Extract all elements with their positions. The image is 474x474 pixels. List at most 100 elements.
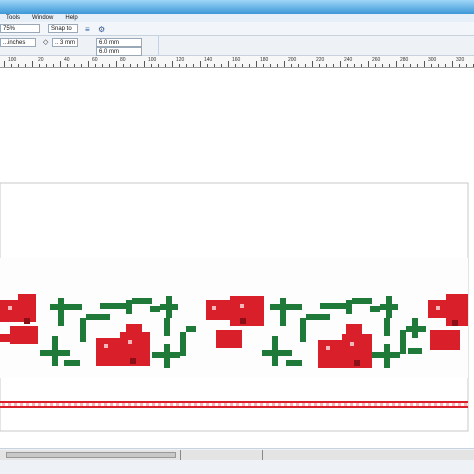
ruler-tick [410, 64, 411, 67]
options-icon[interactable]: ⚙ [98, 25, 105, 34]
ruler-label: 100 [8, 57, 17, 63]
ruler-tick [32, 61, 33, 67]
ruler-tick [74, 64, 75, 67]
ruler-label: 300 [428, 57, 437, 63]
border-stitch [110, 403, 113, 406]
horizontal-ruler: 100 20 40 60 80 100 120 140 160 180 200 … [0, 56, 474, 68]
ruler-label: 240 [344, 57, 353, 63]
ruler-label: 260 [372, 57, 381, 63]
ruler-tick [137, 64, 138, 67]
duplicate-x-field[interactable]: 6.0 mm [96, 38, 142, 47]
border-stitch [464, 403, 467, 406]
border-stitch [278, 403, 281, 406]
border-stitch [386, 403, 389, 406]
border-stitch [458, 403, 461, 406]
ruler-tick [207, 64, 208, 67]
border-stitch [140, 403, 143, 406]
ruler-tick [396, 61, 397, 67]
ruler-tick [158, 64, 159, 67]
ruler-tick [116, 61, 117, 67]
ruler-tick [172, 61, 173, 67]
border-stitch [302, 403, 305, 406]
standard-toolbar: 75% Snap to ≡ ⚙ □ □ ⎘ ⌗ ⊞ ▦ ▦ ▦ ▦ ▦ ▦ ▦ … [0, 22, 474, 56]
snap-options-icon[interactable]: ≡ [85, 25, 90, 34]
scroll-thumb[interactable] [6, 452, 176, 458]
border-stitch [194, 403, 197, 406]
ruler-label: 120 [176, 57, 185, 63]
ruler-tick [186, 64, 187, 67]
ruler-tick [305, 64, 306, 67]
ruler-tick [53, 64, 54, 67]
ruler-tick [235, 64, 236, 67]
outline-width-field[interactable]: .. 3 mm [52, 38, 78, 47]
ruler-tick [123, 64, 124, 67]
border-stitch [326, 403, 329, 406]
border-stitch [338, 403, 341, 406]
border-stitch [362, 403, 365, 406]
border-stitch [320, 403, 323, 406]
ruler-tick [347, 64, 348, 67]
border-stitch [236, 403, 239, 406]
border-stitch [212, 403, 215, 406]
menu-item-help[interactable]: Help [65, 15, 77, 21]
border-stitch [248, 403, 251, 406]
border-stitch [128, 403, 131, 406]
border-stitch [20, 403, 23, 406]
ruler-tick [466, 64, 467, 67]
ruler-tick [284, 61, 285, 67]
ruler-tick [88, 61, 89, 67]
ruler-tick [438, 64, 439, 67]
duplicate-y-field[interactable]: 6.0 mm [96, 47, 142, 56]
border-stitch [290, 403, 293, 406]
border-stitch [80, 403, 83, 406]
horizontal-scrollbar[interactable] [0, 450, 474, 460]
ruler-tick [459, 64, 460, 67]
zoom-level-select[interactable]: 75% [0, 24, 40, 33]
menu-item-tools[interactable]: Tools [6, 15, 20, 21]
border-stitch [92, 403, 95, 406]
units-select[interactable]: ...inches [0, 38, 36, 47]
border-stitch [230, 403, 233, 406]
property-bar: ...inches ◇ .. 3 mm 6.0 mm 6.0 mm [0, 36, 474, 56]
border-stitch [284, 403, 287, 406]
ruler-label: 280 [400, 57, 409, 63]
border-stitch [188, 403, 191, 406]
ruler-tick [368, 61, 369, 67]
ruler-tick [242, 64, 243, 67]
drawing-canvas[interactable] [0, 68, 474, 448]
zoom-level-value: 75% [3, 26, 16, 32]
ruler-label: 20 [38, 57, 44, 63]
ruler-tick [270, 64, 271, 67]
border-stitch [296, 403, 299, 406]
snap-select[interactable]: Snap to [48, 24, 78, 33]
ruler-tick [319, 64, 320, 67]
border-stitch [2, 403, 5, 406]
duplicate-x-value: 6.0 mm [99, 40, 120, 46]
border-stitch [428, 403, 431, 406]
ruler-tick [151, 64, 152, 67]
border-stitch [134, 403, 137, 406]
ruler-tick [193, 64, 194, 67]
ruler-tick [67, 64, 68, 67]
ruler-tick [333, 64, 334, 67]
border-stitch [410, 403, 413, 406]
border-stitch [38, 403, 41, 406]
ruler-tick [382, 64, 383, 67]
border-stitch [380, 403, 383, 406]
ruler-tick [361, 64, 362, 67]
border-stitch [62, 403, 65, 406]
ruler-tick [221, 64, 222, 67]
ruler-tick [431, 64, 432, 67]
border-stitch [398, 403, 401, 406]
border-stitch [206, 403, 209, 406]
ruler-label: 100 [148, 57, 157, 63]
ruler-tick [11, 64, 12, 67]
border-stitch [98, 403, 101, 406]
border-stitch [314, 403, 317, 406]
ruler-tick [95, 64, 96, 67]
menu-item-window[interactable]: Window [32, 15, 53, 21]
scroll-divider [180, 450, 181, 460]
border-stitch [332, 403, 335, 406]
border-stitch [356, 403, 359, 406]
outline-width-value: .. 3 mm [55, 40, 76, 46]
